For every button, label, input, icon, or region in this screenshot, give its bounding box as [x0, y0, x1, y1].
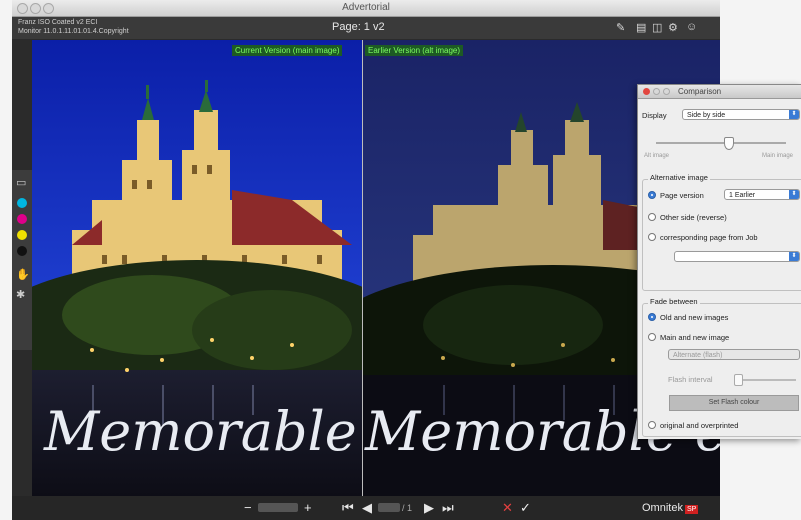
page-version-label: Page version [660, 191, 704, 200]
page-number-field[interactable] [378, 503, 400, 512]
brand-name: Omnitek [642, 502, 683, 514]
separation-icon[interactable]: ✱ [16, 288, 25, 301]
flash-interval-track[interactable] [734, 379, 796, 381]
layers-icon[interactable]: ▤ [636, 21, 646, 34]
radio-job-page[interactable] [648, 233, 656, 241]
brand-logo: Omnitek SP [642, 502, 699, 514]
last-page-button[interactable]: ⏭ [442, 500, 454, 516]
title-bar: Advertorial [12, 0, 720, 17]
settings-icon[interactable]: ⚙ [668, 21, 678, 34]
current-version-label: Current Version (main image) [232, 45, 343, 56]
yellow-channel-toggle[interactable] [17, 230, 27, 240]
zoom-field[interactable] [258, 503, 298, 512]
first-page-button[interactable]: ⏮ [342, 500, 354, 516]
document-icon[interactable]: ▭ [16, 176, 26, 189]
fade-between-title: Fade between [648, 297, 700, 306]
page-version-select[interactable]: 1 Earlier ⬍ [724, 189, 800, 200]
radio-main-new-image[interactable] [648, 333, 656, 341]
blend-slider-thumb[interactable] [724, 137, 734, 150]
fade-mode-select[interactable]: Alternate (flash) [668, 349, 800, 360]
script-text-left: Memorable eve [44, 400, 362, 463]
approve-button[interactable]: ✓ [520, 500, 531, 516]
slider-left-label: Alt image [644, 153, 670, 159]
cyan-channel-toggle[interactable] [17, 198, 27, 208]
old-new-images-label: Old and new images [660, 313, 729, 322]
alternative-image-title: Alternative image [648, 173, 710, 182]
flash-interval-thumb[interactable] [734, 374, 743, 386]
window-title: Advertorial [342, 2, 390, 13]
chevron-down-icon: ⬍ [789, 190, 799, 199]
panel-title: Comparison [678, 87, 722, 96]
radio-page-version[interactable] [648, 191, 656, 199]
page-version-value: 1 Earlier [729, 192, 756, 199]
panel-close-button[interactable] [643, 88, 650, 95]
color-profile-info: Franz ISO Coated v2 ECI [18, 19, 98, 26]
panel-minimize-button[interactable] [653, 88, 660, 95]
page-count: / 1 [402, 503, 413, 513]
display-select[interactable]: Side by side ⬍ [682, 109, 800, 120]
radio-other-side[interactable] [648, 213, 656, 221]
monitor-info: Monitor 11.0.1.11.01.01.4.Copyright [18, 28, 129, 35]
zoom-in-button[interactable]: + [304, 500, 312, 515]
brand-badge: SP [684, 505, 699, 514]
prev-page-button[interactable]: ◀ [362, 500, 372, 516]
flash-interval-label: Flash interval [668, 375, 713, 384]
image-compare-canvas[interactable]: Current Version (main image) Memorable e… [32, 40, 720, 496]
original-overprinted-label: original and overprinted [660, 421, 739, 430]
panel-zoom-button[interactable] [663, 88, 670, 95]
tool-strip: ▭ ✋ ✱ [12, 170, 32, 350]
set-flash-colour-button[interactable]: Set Flash colour [669, 395, 799, 411]
black-channel-toggle[interactable] [17, 246, 27, 256]
info-toolbar: Franz ISO Coated v2 ECI Monitor 11.0.1.1… [12, 17, 720, 39]
job-select[interactable]: ⬍ [674, 251, 800, 262]
main-window: Advertorial Franz ISO Coated v2 ECI Moni… [12, 0, 720, 520]
radio-old-new-images[interactable] [648, 313, 656, 321]
chevron-down-icon: ⬍ [789, 110, 799, 119]
pen-icon[interactable]: ✎ [616, 21, 625, 34]
earlier-version-label: Earlier Version (alt image) [365, 45, 464, 56]
display-label: Display [642, 111, 667, 120]
blend-slider-track[interactable] [656, 142, 786, 144]
hand-tool-icon[interactable]: ✋ [16, 268, 30, 281]
chevron-down-icon: ⬍ [789, 252, 799, 261]
next-page-button[interactable]: ▶ [424, 500, 434, 516]
reject-button[interactable]: ✕ [502, 500, 513, 516]
display-select-value: Side by side [687, 112, 726, 119]
other-side-label: Other side (reverse) [660, 213, 727, 222]
slider-right-label: Main image [762, 153, 794, 159]
panel-title-bar: Comparison [638, 85, 801, 99]
magenta-channel-toggle[interactable] [17, 214, 27, 224]
main-new-image-label: Main and new image [660, 333, 730, 342]
users-icon[interactable]: ☺ [686, 21, 697, 33]
current-version-pane[interactable]: Current Version (main image) Memorable e… [32, 40, 362, 496]
bottom-toolbar: − + ⏮ ◀ / 1 ▶ ⏭ ✕ ✓ Omnitek SP [12, 496, 720, 520]
split-view-icon[interactable]: ◫ [652, 21, 662, 34]
job-page-label: corresponding page from Job [660, 233, 758, 242]
radio-original-overprinted[interactable] [648, 421, 656, 429]
page-label: Page: 1 v2 [332, 21, 385, 33]
fade-mode-value: Alternate (flash) [673, 352, 723, 359]
fade-between-group [642, 303, 801, 437]
comparison-panel: Comparison Display Side by side ⬍ Alt im… [637, 84, 801, 439]
zoom-out-button[interactable]: − [244, 500, 252, 515]
